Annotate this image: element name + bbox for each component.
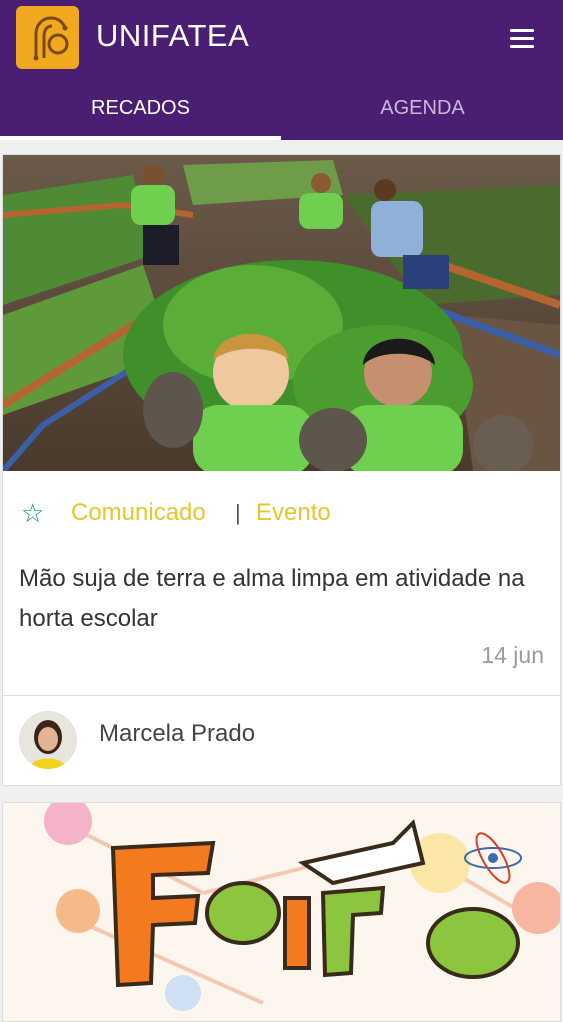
- app-title: UNIFATEA: [96, 18, 250, 53]
- post-image[interactable]: [3, 803, 560, 1021]
- post-date: 14 jun: [481, 642, 544, 668]
- tab-recados[interactable]: RECADOS: [0, 78, 281, 140]
- post-title[interactable]: Mão suja de terra e alma limpa em ativid…: [19, 559, 549, 639]
- logo-icon: [33, 16, 69, 61]
- tab-bar: RECADOS AGENDA: [0, 78, 563, 140]
- category-separator: |: [235, 500, 241, 525]
- unifatea-logo[interactable]: [16, 6, 79, 69]
- post-card[interactable]: ☆ Comunicado | Evento Mão suja de terra …: [2, 154, 561, 786]
- author-avatar: [19, 711, 77, 769]
- post-meta: ☆ Comunicado | Evento: [3, 495, 560, 535]
- tab-agenda[interactable]: AGENDA: [282, 78, 563, 140]
- post-image[interactable]: [3, 155, 560, 471]
- star-outline-icon[interactable]: ☆: [21, 495, 44, 531]
- category-comunicado: Comunicado: [71, 499, 206, 526]
- card-divider: [3, 695, 560, 696]
- app-bar: UNIFATEA RECADOS AGENDA: [0, 0, 563, 140]
- author-name: Marcela Prado: [99, 720, 256, 747]
- category-evento: Evento: [256, 499, 331, 526]
- hamburger-menu-icon[interactable]: [500, 20, 544, 60]
- active-tab-indicator: [0, 136, 281, 140]
- post-card[interactable]: [2, 802, 561, 1022]
